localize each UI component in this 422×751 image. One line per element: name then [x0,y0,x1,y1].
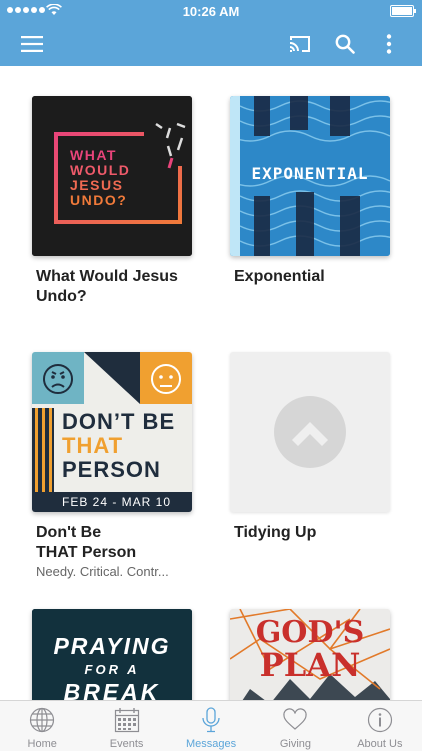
cast-button[interactable] [280,22,320,66]
tab-about-us[interactable]: About Us [338,701,422,751]
message-artwork: WHAT WOULD JESUS UNDO? [32,96,192,256]
tab-giving[interactable]: Giving [253,701,337,751]
tab-events[interactable]: Events [84,701,168,751]
message-card[interactable]: GOD'S PLAN [230,609,392,700]
more-vertical-icon [386,34,392,54]
message-card[interactable]: PRAYING FOR A BREAK [32,609,194,700]
search-icon [335,34,355,54]
artwork-text: WHAT WOULD JESUS UNDO? [70,147,131,208]
more-options-button[interactable] [369,22,409,66]
message-card[interactable]: EXPONENTIAL Exponential [230,96,392,287]
menu-button[interactable] [12,22,52,66]
status-bar: 10:26 AM [0,0,422,22]
message-title: What Would Jesus Undo? [36,268,178,305]
tab-label: Giving [279,738,312,750]
search-button[interactable] [325,22,365,66]
tab-label: About Us [357,738,403,750]
cast-icon [289,36,310,52]
top-bar: 10:26 AM [0,0,422,66]
app-bar [0,22,422,66]
calendar-icon [114,708,139,733]
message-card[interactable]: Tidying Up [230,352,392,543]
tab-label: Messages [185,738,237,750]
artwork-text: EXPONENTIAL [251,164,369,183]
message-title: Tidying Up [234,524,317,541]
message-title: Don't Be THAT Person [36,524,137,561]
status-time: 10:26 AM [182,4,240,19]
message-card[interactable]: DON’T BE THAT PERSON FEB 24 - MAR 10 Don… [32,352,194,579]
message-artwork: DON’T BE THAT PERSON FEB 24 - MAR 10 [32,352,192,512]
tab-home[interactable]: Home [0,701,84,751]
artwork-text: GOD'S PLAN [255,615,365,684]
messages-grid[interactable]: WHAT WOULD JESUS UNDO? What Would Jesus … [0,66,422,700]
message-artwork: GOD'S PLAN [230,609,390,700]
artwork-dates: FEB 24 - MAR 10 [62,495,172,509]
tab-label: Home [27,738,57,750]
message-artwork: EXPONENTIAL [230,96,390,256]
microphone-icon [202,707,220,733]
tab-bar: Home Events Messages Giving About Us [0,700,422,751]
message-artwork: PRAYING FOR A BREAK [32,609,192,700]
message-subtitle: Needy. Critical. Contr... [36,564,169,579]
artwork-graphic [274,396,346,468]
message-title: Exponential [234,268,325,285]
tab-label: Events [109,738,144,750]
info-icon [367,707,392,733]
artwork-text: DON’T BE THAT PERSON [62,409,176,482]
artwork-text: PRAYING FOR A BREAK [53,633,171,700]
battery-icon [390,5,416,17]
heart-icon [283,708,308,730]
message-card[interactable]: WHAT WOULD JESUS UNDO? What Would Jesus … [32,96,194,307]
globe-icon [30,707,55,733]
message-artwork-placeholder [230,352,390,512]
tab-messages[interactable]: Messages [169,701,253,751]
hamburger-menu-icon [21,36,43,52]
